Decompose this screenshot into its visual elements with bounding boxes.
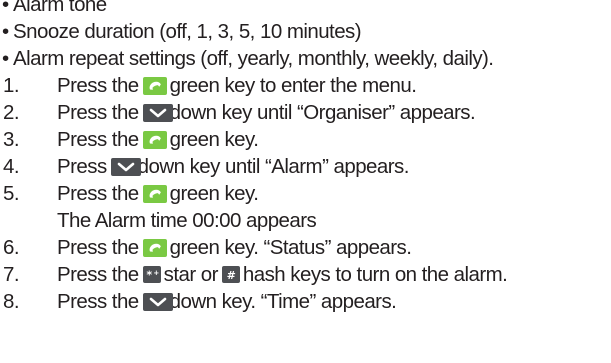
- step-text-mid: star or: [163, 263, 219, 286]
- step-number: 4.: [3, 155, 20, 178]
- step-text-post: green key. “Status” appears.: [169, 236, 412, 259]
- step-text-post: down key until “Organiser” appears.: [169, 101, 476, 124]
- bullet-mark: •: [2, 47, 9, 70]
- down-key-icon: [142, 292, 173, 311]
- svg-text:+: +: [153, 269, 159, 277]
- bullet-item: • Snooze duration (off, 1, 3, 5, 10 minu…: [0, 18, 611, 45]
- step-item: 7. Press the * + star or # hash keys to …: [0, 261, 611, 288]
- green-key-icon: [142, 184, 167, 203]
- green-key-icon: [142, 130, 167, 149]
- step-text-pre: Press the: [57, 182, 139, 205]
- step-item: 5. Press the green key.: [0, 180, 611, 207]
- step-number: 7.: [3, 263, 20, 286]
- step-text-pre: Press the: [57, 128, 139, 151]
- svg-text:*: *: [146, 269, 152, 282]
- bullet-item: • Alarm repeat settings (off, yearly, mo…: [0, 45, 611, 72]
- green-key-icon: [142, 76, 167, 95]
- step-text-pre: Press the: [57, 290, 139, 313]
- green-key-icon: [142, 238, 167, 257]
- step-text-post: green key.: [169, 182, 259, 205]
- hash-key-icon: #: [221, 266, 240, 283]
- star-key-icon: * +: [142, 266, 161, 283]
- bullet-mark: •: [2, 20, 9, 43]
- step-item: 3. Press the green key.: [0, 126, 611, 153]
- down-key-icon: [142, 103, 173, 122]
- step-item: 2. Press the down key until “Organiser” …: [0, 99, 611, 126]
- step-item: 8. Press the down key. “Time” appears.: [0, 288, 611, 315]
- step-text-post: hash keys to turn on the alarm.: [242, 263, 508, 286]
- bullet-text: Alarm repeat settings (off, yearly, mont…: [13, 47, 494, 70]
- bullet-item: • Alarm tone: [0, 0, 611, 18]
- svg-text:#: #: [227, 269, 236, 282]
- step-text-pre: Press the: [57, 74, 139, 97]
- instruction-document: • Alarm tone • Snooze duration (off, 1, …: [0, 0, 611, 315]
- step-text-pre: Press the: [57, 236, 139, 259]
- step-text-post: down key. “Time” appears.: [169, 290, 397, 313]
- step-text-pre: Press the: [57, 263, 139, 286]
- bullet-mark: •: [2, 0, 9, 16]
- down-key-icon: [110, 157, 141, 176]
- step-text-pre: Press: [57, 155, 107, 178]
- step-continuation-text: The Alarm time 00:00 appears: [57, 209, 317, 232]
- step-number: 3.: [3, 128, 20, 151]
- bullet-text: Alarm tone: [13, 0, 107, 16]
- step-item: 6. Press the green key. “Status” appears…: [0, 234, 611, 261]
- step-text-post: green key.: [169, 128, 259, 151]
- step-number: 5.: [3, 182, 20, 205]
- step-number: 8.: [3, 290, 20, 313]
- step-number: 2.: [3, 101, 20, 124]
- step-continuation: The Alarm time 00:00 appears: [0, 207, 611, 234]
- step-text-pre: Press the: [57, 101, 139, 124]
- step-text-post: down key until “Alarm” appears.: [137, 155, 410, 178]
- step-text-post: green key to enter the menu.: [169, 74, 417, 97]
- step-item: 4. Press down key until “Alarm” appears.: [0, 153, 611, 180]
- step-number: 1.: [3, 74, 20, 97]
- step-number: 6.: [3, 236, 20, 259]
- bullet-text: Snooze duration (off, 1, 3, 5, 10 minute…: [13, 20, 362, 43]
- step-item: 1. Press the green key to enter the menu…: [0, 72, 611, 99]
